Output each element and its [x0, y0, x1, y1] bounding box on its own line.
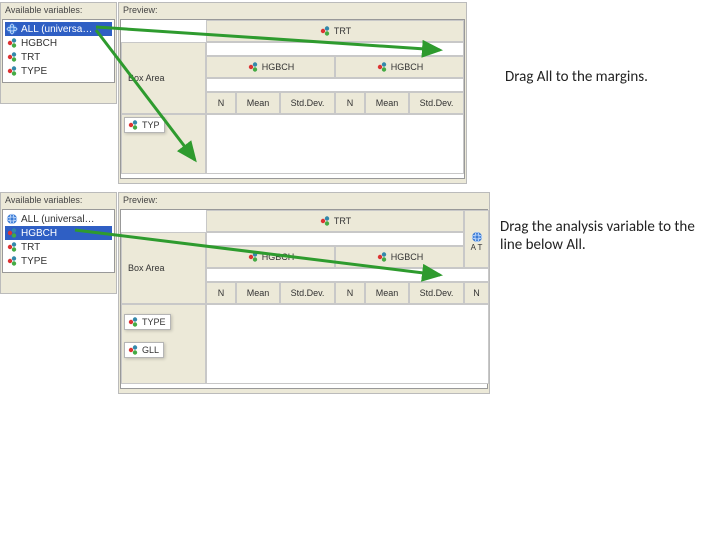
class-icon	[6, 227, 18, 239]
row-header-hgbch-2-label: HGBCH	[391, 62, 424, 72]
drag-chip-type2-label: TYPE	[142, 317, 166, 327]
drag-chip-type2[interactable]: TYPE	[124, 314, 171, 330]
var2-all[interactable]: ALL (universal…	[5, 212, 112, 226]
row-header-hgbch-1b[interactable]: HGBCH	[206, 246, 335, 268]
caption-step2: Drag the analysis variable to the line b…	[500, 218, 710, 254]
var2-type[interactable]: TYPE	[5, 254, 112, 268]
stat-Mean-1: Mean	[236, 92, 280, 114]
preview-grid[interactable]: Box Area TRT HGBCH HGBCH N Mean Std.Dev.…	[121, 20, 464, 178]
var-trt[interactable]: TRT	[5, 50, 112, 64]
col-header-trt2[interactable]: TRT	[206, 210, 464, 232]
row-header-hgbch-1-label: HGBCH	[262, 62, 295, 72]
data-area[interactable]	[206, 114, 464, 174]
box-area-cell2[interactable]: Box Area	[121, 232, 206, 304]
drag-chip-gll[interactable]: GLL	[124, 342, 164, 358]
stat2-0: N	[206, 282, 236, 304]
class-icon	[319, 25, 331, 37]
stat-N-1: N	[206, 92, 236, 114]
class-icon	[127, 344, 139, 356]
col-header-all-right[interactable]: A T	[464, 210, 489, 268]
var-type[interactable]: TYPE	[5, 64, 112, 78]
available-variables-list: ALL (universa… HGBCH TRT TYPE	[2, 19, 115, 83]
var2-trt[interactable]: TRT	[5, 240, 112, 254]
stat2-4: Mean	[365, 282, 409, 304]
class-icon	[127, 316, 139, 328]
stat2-5: Std.Dev.	[409, 282, 464, 304]
globe-icon	[6, 23, 18, 35]
row-header-hgbch-2b-label: HGBCH	[391, 252, 424, 262]
panel1-available: Available variables: ALL (universa… HGBC…	[0, 2, 117, 104]
col-header-trt2-label: TRT	[334, 216, 351, 226]
preview-spacer2b	[206, 268, 489, 282]
var-type-label: TYPE	[21, 66, 47, 77]
class-icon	[6, 51, 18, 63]
col-header-all-right-label: A T	[471, 243, 483, 252]
preview-spacer	[206, 42, 464, 56]
preview-label2: Preview:	[119, 193, 489, 208]
preview-spacer-b	[206, 232, 464, 246]
stat2-2: Std.Dev.	[280, 282, 335, 304]
panel2-preview: Preview: Box Area TRT A T HGBCH HGBCH N …	[118, 192, 490, 394]
row-header-hgbch-1[interactable]: HGBCH	[206, 56, 335, 78]
class-icon	[247, 251, 259, 263]
var-hgbch-label: HGBCH	[21, 38, 57, 49]
var-all-label: ALL (universa…	[21, 24, 92, 35]
globe-icon	[471, 231, 483, 243]
globe-icon	[6, 213, 18, 225]
var2-trt-label: TRT	[21, 242, 40, 253]
preview-grid2[interactable]: Box Area TRT A T HGBCH HGBCH N Mean Std.…	[121, 210, 487, 388]
class-icon	[376, 251, 388, 263]
drag-chip-gll-label: GLL	[142, 345, 159, 355]
stat-Mean-2: Mean	[365, 92, 409, 114]
class-icon	[247, 61, 259, 73]
class-icon	[6, 241, 18, 253]
drag-chip-type[interactable]: TYP	[124, 117, 165, 133]
var-trt-label: TRT	[21, 52, 40, 63]
var2-type-label: TYPE	[21, 256, 47, 267]
class-icon	[376, 61, 388, 73]
preview-label: Preview:	[119, 3, 466, 18]
stat-Std-1: Std.Dev.	[280, 92, 335, 114]
panel2-available: Available variables: ALL (universal… HGB…	[0, 192, 117, 294]
class-icon	[6, 65, 18, 77]
available-variables-label2: Available variables:	[1, 193, 116, 208]
stat2-6: N	[464, 282, 489, 304]
class-icon	[6, 37, 18, 49]
available-variables-list2: ALL (universal… HGBCH TRT TYPE	[2, 209, 115, 273]
row-header-hgbch-1b-label: HGBCH	[262, 252, 295, 262]
stat2-3: N	[335, 282, 365, 304]
panel1-preview: Preview: Box Area TRT HGBCH HGBCH N Mean…	[118, 2, 467, 184]
stat2-1: Mean	[236, 282, 280, 304]
drag-chip-type-label: TYP	[142, 120, 160, 130]
stat-Std-2: Std.Dev.	[409, 92, 464, 114]
row-header-hgbch-2b[interactable]: HGBCH	[335, 246, 464, 268]
data-area2[interactable]	[206, 304, 489, 384]
var-all[interactable]: ALL (universa…	[5, 22, 112, 36]
var2-all-label: ALL (universal…	[21, 214, 95, 225]
box-area-cell[interactable]: Box Area	[121, 42, 206, 114]
class-icon	[319, 215, 331, 227]
var2-hgbch[interactable]: HGBCH	[5, 226, 112, 240]
caption-step1: Drag All to the margins.	[505, 68, 705, 86]
row-header-hgbch-2[interactable]: HGBCH	[335, 56, 464, 78]
available-variables-label: Available variables:	[1, 3, 116, 18]
col-header-trt-label: TRT	[334, 26, 351, 36]
stat-N-2: N	[335, 92, 365, 114]
slide-root: { "captions": { "step1": "Drag All to th…	[0, 0, 720, 540]
var-hgbch[interactable]: HGBCH	[5, 36, 112, 50]
preview-spacer2	[206, 78, 464, 92]
class-icon	[127, 119, 139, 131]
class-icon	[6, 255, 18, 267]
col-header-trt[interactable]: TRT	[206, 20, 464, 42]
var2-hgbch-label: HGBCH	[21, 228, 57, 239]
